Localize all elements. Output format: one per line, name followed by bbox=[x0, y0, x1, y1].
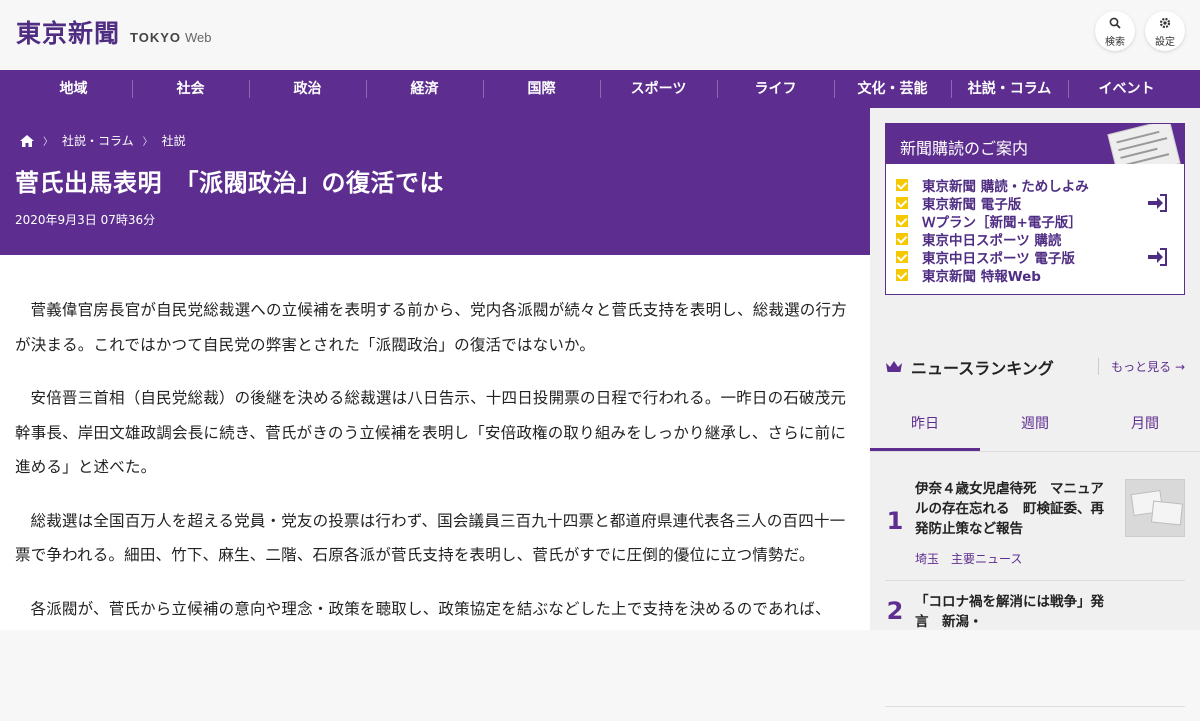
search-button[interactable]: 検索 bbox=[1095, 11, 1135, 51]
chevron-right-icon: 〉 bbox=[43, 137, 53, 148]
tab-monthly[interactable]: 月間 bbox=[1090, 400, 1200, 451]
subscription-link-label: Ｗプラン［新聞+電子版］ bbox=[922, 215, 1082, 231]
search-label: 検索 bbox=[1105, 37, 1125, 48]
ranking-title: ニュースランキング bbox=[911, 359, 1054, 378]
site-logo[interactable]: 東京新聞 TOKYO Web bbox=[16, 14, 212, 50]
newspaper-image bbox=[1107, 124, 1181, 164]
rank-headline: 「コロナ禍を解消には戦争」発言 新潟・ bbox=[915, 594, 1104, 630]
breadcrumb: 〉 社説・コラム 〉 社説 bbox=[20, 132, 186, 149]
logo-tokyo: TOKYO bbox=[130, 30, 182, 45]
sign-in-icon[interactable] bbox=[1148, 248, 1168, 266]
nav-item-society[interactable]: 社会 bbox=[132, 70, 249, 108]
checkbox-icon bbox=[896, 179, 908, 191]
subscription-link-label: 東京中日スポーツ 購読 bbox=[922, 233, 1062, 249]
subscription-link[interactable]: 東京新聞 特報Web bbox=[896, 266, 1184, 285]
article-paragraph: 菅義偉官房長官が自民党総裁選への立候補を表明する前から、党内各派閥が続々と菅氏支… bbox=[15, 301, 847, 354]
list-item[interactable]: 2 「コロナ禍を解消には戦争」発言 新潟・ bbox=[885, 594, 1185, 707]
article-date: 2020年9月3日 07時36分 bbox=[15, 213, 156, 227]
nav-item-culture[interactable]: 文化・芸能 bbox=[834, 70, 951, 108]
sign-in-icon[interactable] bbox=[1148, 194, 1168, 212]
breadcrumb-editorial[interactable]: 社説 bbox=[162, 132, 186, 149]
article-thumbnail bbox=[1125, 479, 1185, 537]
nav-item-economy[interactable]: 経済 bbox=[366, 70, 483, 108]
chevron-right-icon: 〉 bbox=[142, 137, 153, 148]
article-paragraph: 安倍晋三首相（自民党総裁）の後継を決める総裁選は八日告示、十四日投開票の日程で行… bbox=[15, 389, 847, 476]
checkbox-icon bbox=[896, 197, 908, 209]
site-header: 東京新聞 TOKYO Web 検索 設定 bbox=[0, 0, 1200, 70]
checkbox-icon bbox=[896, 215, 908, 227]
ranking-list: 1 伊奈４歳女児虐待死 マニュアルの存在忘れる 町検証委、再発防止策など報告 埼… bbox=[885, 469, 1185, 721]
nav-item-region[interactable]: 地域 bbox=[15, 70, 132, 108]
article-body: 菅義偉官房長官が自民党総裁選への立候補を表明する前から、党内各派閥が続々と菅氏支… bbox=[0, 255, 870, 630]
rank-number: 1 bbox=[886, 507, 904, 535]
subscription-link-label: 東京新聞 特報Web bbox=[922, 269, 1041, 285]
article-hero: 〉 社説・コラム 〉 社説 菅氏出馬表明 「派閥政治」の復活では 2020年9月… bbox=[0, 108, 870, 255]
subscription-heading: 新聞購読のご案内 bbox=[886, 124, 1184, 164]
checkbox-icon bbox=[896, 233, 908, 245]
arrow-right-icon: → bbox=[1174, 360, 1185, 374]
list-item[interactable]: 1 伊奈４歳女児虐待死 マニュアルの存在忘れる 町検証委、再発防止策など報告 埼… bbox=[885, 469, 1185, 581]
subscription-link-label: 東京新聞 購読・ためしよみ bbox=[922, 179, 1089, 195]
home-icon[interactable] bbox=[20, 134, 34, 147]
more-link[interactable]: もっと見る → bbox=[1098, 358, 1185, 375]
more-link-label: もっと見る bbox=[1111, 360, 1172, 374]
crown-icon bbox=[886, 361, 902, 372]
nav-item-sports[interactable]: スポーツ bbox=[600, 70, 717, 108]
nav-item-editorial[interactable]: 社説・コラム bbox=[951, 70, 1068, 108]
checkbox-icon bbox=[896, 251, 908, 263]
breadcrumb-editorial-column[interactable]: 社説・コラム bbox=[62, 132, 134, 149]
checkbox-icon bbox=[896, 269, 908, 281]
subscription-link[interactable]: 東京新聞 購読・ためしよみ bbox=[896, 176, 1184, 195]
ranking-tabs: 昨日 週間 月間 bbox=[870, 400, 1200, 452]
subscription-heading-text: 新聞購読のご案内 bbox=[900, 139, 1029, 158]
rank-category: 埼玉 主要ニュース bbox=[915, 552, 1023, 566]
subscription-link-label: 東京新聞 電子版 bbox=[922, 197, 1022, 213]
subscription-link[interactable]: 東京中日スポーツ 電子版 bbox=[896, 248, 1184, 267]
tab-weekly[interactable]: 週間 bbox=[980, 400, 1090, 451]
rank-headline: 伊奈４歳女児虐待死 マニュアルの存在忘れる 町検証委、再発防止策など報告 bbox=[915, 481, 1104, 537]
nav-item-international[interactable]: 国際 bbox=[483, 70, 600, 108]
nav-item-politics[interactable]: 政治 bbox=[249, 70, 366, 108]
sidebar: 新聞購読のご案内 東京新聞 購読・ためしよみ 東京新聞 電子版 Ｗプラン［新聞+… bbox=[870, 108, 1200, 707]
subscription-link[interactable]: Ｗプラン［新聞+電子版］ bbox=[896, 212, 1184, 231]
settings-label: 設定 bbox=[1155, 37, 1175, 48]
article-paragraph: 各派閥が、菅氏から立候補の意向や理念・政策を聴取し、政策協定を結ぶなどした上で支… bbox=[30, 599, 831, 618]
article-paragraph: 総裁選は全国百万人を超える党員・党友の投票は行わず、国会議員三百九十四票と都道府… bbox=[15, 511, 846, 565]
nav-item-events[interactable]: イベント bbox=[1068, 70, 1185, 108]
subscription-link-label: 東京中日スポーツ 電子版 bbox=[922, 251, 1075, 267]
settings-button[interactable]: 設定 bbox=[1145, 11, 1185, 51]
gear-icon bbox=[1159, 17, 1171, 29]
nav-item-life[interactable]: ライフ bbox=[717, 70, 834, 108]
search-icon bbox=[1109, 17, 1121, 29]
ranking-header: ニュースランキング もっと見る → bbox=[885, 355, 1185, 379]
subscription-box: 新聞購読のご案内 東京新聞 購読・ためしよみ 東京新聞 電子版 Ｗプラン［新聞+… bbox=[885, 123, 1185, 295]
tab-yesterday[interactable]: 昨日 bbox=[870, 400, 980, 451]
subscription-link[interactable]: 東京新聞 電子版 bbox=[896, 194, 1184, 213]
logo-web: Web bbox=[185, 30, 212, 45]
subscription-link[interactable]: 東京中日スポーツ 購読 bbox=[896, 230, 1184, 249]
logo-kanji: 東京新聞 bbox=[16, 19, 121, 48]
main-nav: 地域 社会 政治 経済 国際 スポーツ ライフ 文化・芸能 社説・コラム イベン… bbox=[0, 70, 1200, 108]
rank-number: 2 bbox=[886, 597, 904, 625]
article-title: 菅氏出馬表明 「派閥政治」の復活では bbox=[15, 169, 444, 197]
subscription-list: 東京新聞 購読・ためしよみ 東京新聞 電子版 Ｗプラン［新聞+電子版］ 東京中日… bbox=[886, 164, 1184, 285]
